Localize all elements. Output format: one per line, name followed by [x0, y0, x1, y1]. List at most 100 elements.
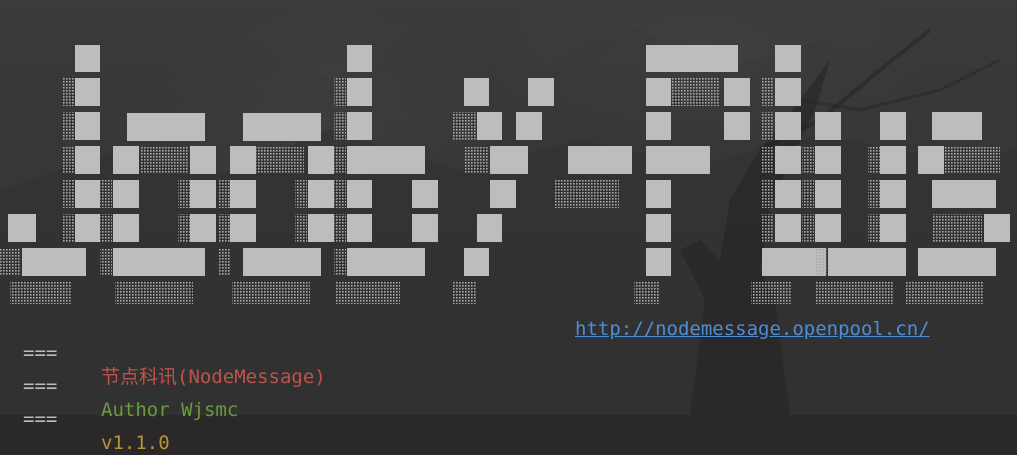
banner-solid-block [75, 112, 100, 140]
banner-solid-block [775, 214, 801, 242]
banner-solid-block [815, 112, 841, 140]
banner-solid-block [22, 248, 86, 276]
banner-shade-block [762, 214, 774, 242]
banner-shade-block [178, 180, 190, 208]
banner-shade-block [802, 146, 814, 174]
banner-shade-block [868, 146, 880, 174]
banner-shade-block [465, 146, 489, 174]
banner-shade-block [762, 146, 774, 174]
banner-solid-block [775, 146, 801, 174]
banner-solid-block [464, 78, 489, 106]
banner-solid-block [568, 146, 632, 174]
banner-solid-block [490, 180, 516, 208]
banner-solid-block [880, 146, 906, 174]
banner-solid-block [880, 180, 906, 208]
banner-solid-block [127, 113, 205, 141]
banner-shade-block [868, 214, 880, 242]
banner-solid-block [190, 180, 216, 208]
banner-solid-block [412, 180, 438, 208]
banner-solid-block [464, 248, 489, 276]
banner-solid-block [308, 146, 334, 174]
info-line-version: === v1.1.0 [23, 383, 170, 454]
banner-shade-block [802, 214, 814, 242]
banner-solid-block [646, 214, 671, 242]
banner-shade-block [218, 180, 230, 208]
banner-shade-block [218, 214, 230, 242]
banner-solid-block [347, 146, 425, 174]
banner-shade-block [906, 282, 984, 304]
banner-shade-block [295, 214, 307, 242]
banner-shade-block [334, 112, 346, 140]
banner-solid-block [113, 214, 139, 242]
banner-solid-block [724, 78, 750, 106]
banner-solid-block [412, 214, 438, 242]
banner-shade-block [334, 180, 346, 208]
banner-solid-block [230, 146, 256, 174]
banner-solid-block [646, 112, 671, 140]
banner-solid-block [918, 248, 996, 276]
banner-shade-block [672, 78, 720, 106]
banner-solid-block [775, 180, 801, 208]
line-prefix: === [23, 408, 58, 430]
banner-shade-block [100, 214, 112, 242]
banner-solid-block [347, 112, 372, 140]
ascii-art-banner [0, 45, 1010, 304]
banner-shade-block [334, 214, 346, 242]
homepage-link[interactable]: http://nodemessage.openpool.cn/ [575, 317, 930, 341]
banner-shade-block [0, 248, 20, 276]
banner-solid-block [984, 214, 1010, 242]
banner-solid-block [347, 78, 372, 106]
banner-shade-block [178, 214, 190, 242]
banner-solid-block [347, 248, 425, 276]
banner-solid-block [347, 214, 372, 242]
info-line-title: === 节点科讯(NodeMessage) [23, 317, 326, 388]
banner-solid-block [308, 180, 334, 208]
banner-shade-block [802, 180, 814, 208]
banner-shade-block [334, 146, 346, 174]
banner-solid-block [347, 45, 372, 72]
banner-shade-block [62, 78, 74, 106]
banner-shade-block [334, 248, 346, 276]
banner-shade-block [100, 248, 112, 276]
banner-solid-block [230, 180, 256, 208]
banner-shade-block [10, 282, 72, 304]
banner-solid-block [243, 248, 321, 276]
banner-solid-block [190, 214, 216, 242]
banner-shade-block [335, 282, 400, 304]
banner-solid-block [477, 214, 502, 242]
banner-solid-block [646, 45, 738, 72]
banner-shade-block [62, 214, 74, 242]
banner-glyphs [0, 45, 1010, 304]
banner-shade-block [815, 248, 827, 276]
banner-solid-block [490, 146, 528, 174]
banner-solid-block [75, 45, 100, 72]
banner-shade-block [334, 78, 346, 106]
banner-shade-block [932, 214, 982, 242]
banner-shade-block [100, 180, 112, 208]
banner-shade-block [751, 282, 791, 304]
banner-solid-block [880, 112, 906, 140]
banner-solid-block [75, 180, 100, 208]
banner-solid-block [815, 146, 841, 174]
banner-solid-block [113, 248, 205, 276]
banner-shade-block [115, 282, 193, 304]
banner-solid-block [646, 180, 671, 208]
banner-solid-block [646, 248, 671, 276]
banner-solid-block [775, 78, 801, 106]
banner-shade-block [762, 78, 774, 106]
banner-solid-block [75, 146, 100, 174]
banner-solid-block [516, 112, 542, 140]
banner-shade-block [762, 112, 774, 140]
banner-solid-block [243, 113, 321, 141]
banner-shade-block [868, 180, 880, 208]
banner-shade-block [140, 146, 188, 174]
banner-shade-block [256, 146, 304, 174]
banner-shade-block [452, 112, 476, 140]
banner-solid-block [880, 214, 906, 242]
banner-solid-block [828, 248, 906, 276]
banner-shade-block [62, 180, 74, 208]
app-title: 节点科讯(NodeMessage) [101, 366, 326, 388]
banner-solid-block [308, 214, 334, 242]
banner-solid-block [646, 78, 671, 106]
banner-shade-block [945, 146, 1000, 174]
